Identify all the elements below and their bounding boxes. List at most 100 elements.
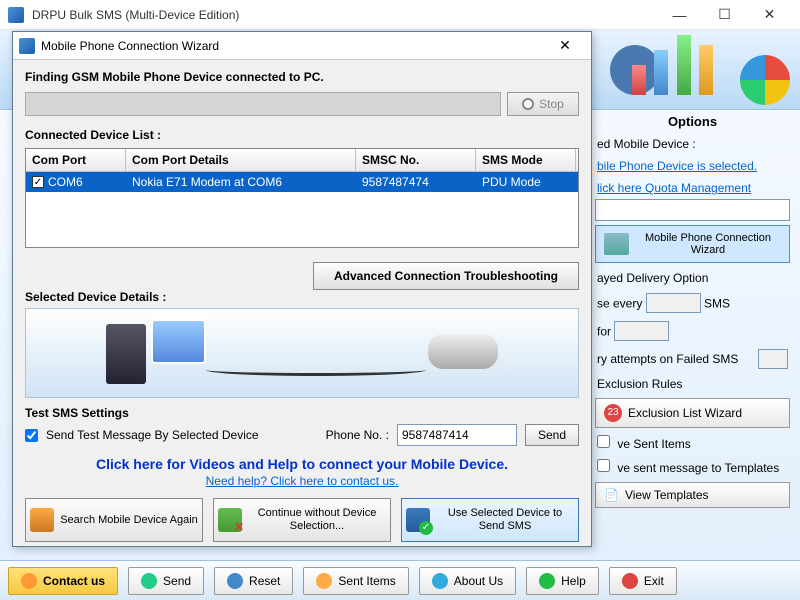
test-checkbox-label: Send Test Message By Selected Device [46, 428, 318, 442]
connection-wizard-button[interactable]: Mobile Phone Connection Wizard [595, 225, 790, 263]
help-button[interactable]: Help [526, 567, 599, 595]
sent-items-label: Sent Items [338, 574, 395, 588]
save-sent-label: ve Sent Items [617, 437, 690, 451]
app-icon [8, 7, 24, 23]
help-label: Help [561, 574, 586, 588]
device-row[interactable]: ✓ COM6 Nokia E71 Modem at COM6 9587487474… [26, 172, 578, 192]
sent-items-button[interactable]: Sent Items [303, 567, 408, 595]
test-send-button[interactable]: Send [525, 424, 579, 446]
retry-label: ry attempts on Failed SMS [597, 352, 754, 366]
advanced-troubleshooting-button[interactable]: Advanced Connection Troubleshooting [313, 262, 579, 290]
test-sms-title: Test SMS Settings [25, 406, 579, 420]
cell-smsc: 9587487474 [356, 172, 476, 192]
quota-link[interactable]: lick here Quota Management [595, 177, 790, 199]
for-label: for [597, 325, 611, 339]
minimize-button[interactable]: — [657, 1, 702, 29]
sent-items-icon [316, 573, 332, 589]
about-label: About Us [454, 574, 503, 588]
pie-chart-icon [740, 55, 790, 105]
monitor-icon [151, 319, 206, 364]
col-details-header[interactable]: Com Port Details [126, 149, 356, 171]
col-smsc-header[interactable]: SMSC No. [356, 149, 476, 171]
stop-icon [522, 98, 534, 110]
view-templates-button[interactable]: 📄 View Templates [595, 482, 790, 508]
grid-empty-space [26, 192, 578, 247]
dialog-title: Mobile Phone Connection Wizard [41, 39, 545, 53]
wizard-icon [604, 233, 629, 255]
phone-no-input[interactable] [397, 424, 517, 446]
contact-label: Contact us [43, 574, 105, 588]
wizard-button-label: Mobile Phone Connection Wizard [635, 232, 781, 256]
progress-row: Stop [25, 92, 579, 116]
about-icon [432, 573, 448, 589]
search-mobile-icon [30, 508, 54, 532]
exclusion-label: Exclusion Rules [595, 373, 790, 395]
for-input[interactable] [614, 321, 669, 341]
reset-button[interactable]: Reset [214, 567, 293, 595]
cell-details: Nokia E71 Modem at COM6 [126, 172, 356, 192]
send-button[interactable]: Send [128, 567, 204, 595]
retry-row: ry attempts on Failed SMS [595, 345, 790, 373]
cable-icon [206, 364, 426, 376]
use-device-icon [406, 508, 430, 532]
contact-help-link[interactable]: Need help? Click here to contact us. [25, 474, 579, 488]
view-templates-label: View Templates [625, 488, 709, 502]
cell-mode: PDU Mode [476, 172, 576, 192]
for-row: for [595, 317, 790, 345]
stop-label: Stop [539, 97, 564, 111]
exclusion-wizard-button[interactable]: 23 Exclusion List Wizard [595, 398, 790, 428]
about-button[interactable]: About Us [419, 567, 516, 595]
dialog-close-button[interactable]: ✕ [545, 37, 585, 54]
options-panel: Options ed Mobile Device : bile Phone De… [595, 110, 790, 511]
continue-without-label: Continue without Device Selection... [248, 507, 386, 533]
exit-button[interactable]: Exit [609, 567, 677, 595]
main-titlebar: DRPU Bulk SMS (Multi-Device Edition) — ☐… [0, 0, 800, 30]
device-combo[interactable] [595, 199, 790, 221]
device-details-label: Selected Device Details : [25, 290, 579, 304]
col-port-header[interactable]: Com Port [26, 149, 126, 171]
dialog-icon [19, 38, 35, 54]
save-template-checkbox[interactable] [597, 459, 610, 472]
phone-device-icon [428, 334, 498, 369]
options-title: Options [595, 110, 790, 133]
exclusion-badge: 23 [604, 404, 622, 422]
continue-without-button[interactable]: Continue without Device Selection... [213, 498, 391, 542]
test-sms-row: Send Test Message By Selected Device Pho… [25, 424, 579, 446]
contact-icon [21, 573, 37, 589]
device-list-label: Connected Device List : [25, 128, 579, 142]
sms-unit-label: SMS [704, 297, 730, 311]
close-button[interactable]: ✕ [747, 1, 792, 29]
save-template-label: ve sent message to Templates [617, 461, 779, 475]
col-mode-header[interactable]: SMS Mode [476, 149, 576, 171]
save-sent-checkbox[interactable] [597, 435, 610, 448]
footer-toolbar: Contact us Send Reset Sent Items About U… [0, 560, 800, 600]
port-value: COM6 [48, 175, 83, 189]
search-again-button[interactable]: Search Mobile Device Again [25, 498, 203, 542]
contact-button[interactable]: Contact us [8, 567, 118, 595]
device-graphic [25, 308, 579, 398]
test-sms-checkbox[interactable] [25, 429, 38, 442]
save-sent-row: ve Sent Items [595, 431, 790, 455]
chart-graphic [630, 35, 790, 105]
stop-button[interactable]: Stop [507, 92, 579, 116]
retry-input[interactable] [758, 349, 788, 369]
delayed-delivery-label: ayed Delivery Option [595, 267, 790, 289]
maximize-button[interactable]: ☐ [702, 1, 747, 29]
exit-label: Exit [644, 574, 664, 588]
dialog-titlebar: Mobile Phone Connection Wizard ✕ [13, 32, 591, 60]
exit-icon [622, 573, 638, 589]
connection-wizard-dialog: Mobile Phone Connection Wizard ✕ Finding… [12, 31, 592, 547]
selected-device-label: ed Mobile Device : [595, 133, 790, 155]
row-checkbox[interactable]: ✓ [32, 176, 44, 188]
send-label: Send [163, 574, 191, 588]
exclusion-wizard-label: Exclusion List Wizard [628, 406, 742, 420]
no-device-link[interactable]: bile Phone Device is selected. [595, 155, 790, 177]
video-help-link[interactable]: Click here for Videos and Help to connec… [25, 456, 579, 472]
grid-header: Com Port Com Port Details SMSC No. SMS M… [26, 149, 578, 172]
pause-label: se every [597, 297, 642, 311]
use-selected-button[interactable]: Use Selected Device to Send SMS [401, 498, 579, 542]
pause-every-input[interactable] [646, 293, 701, 313]
action-buttons: Search Mobile Device Again Continue with… [25, 498, 579, 542]
cell-port: ✓ COM6 [26, 172, 126, 192]
search-again-label: Search Mobile Device Again [60, 514, 198, 527]
